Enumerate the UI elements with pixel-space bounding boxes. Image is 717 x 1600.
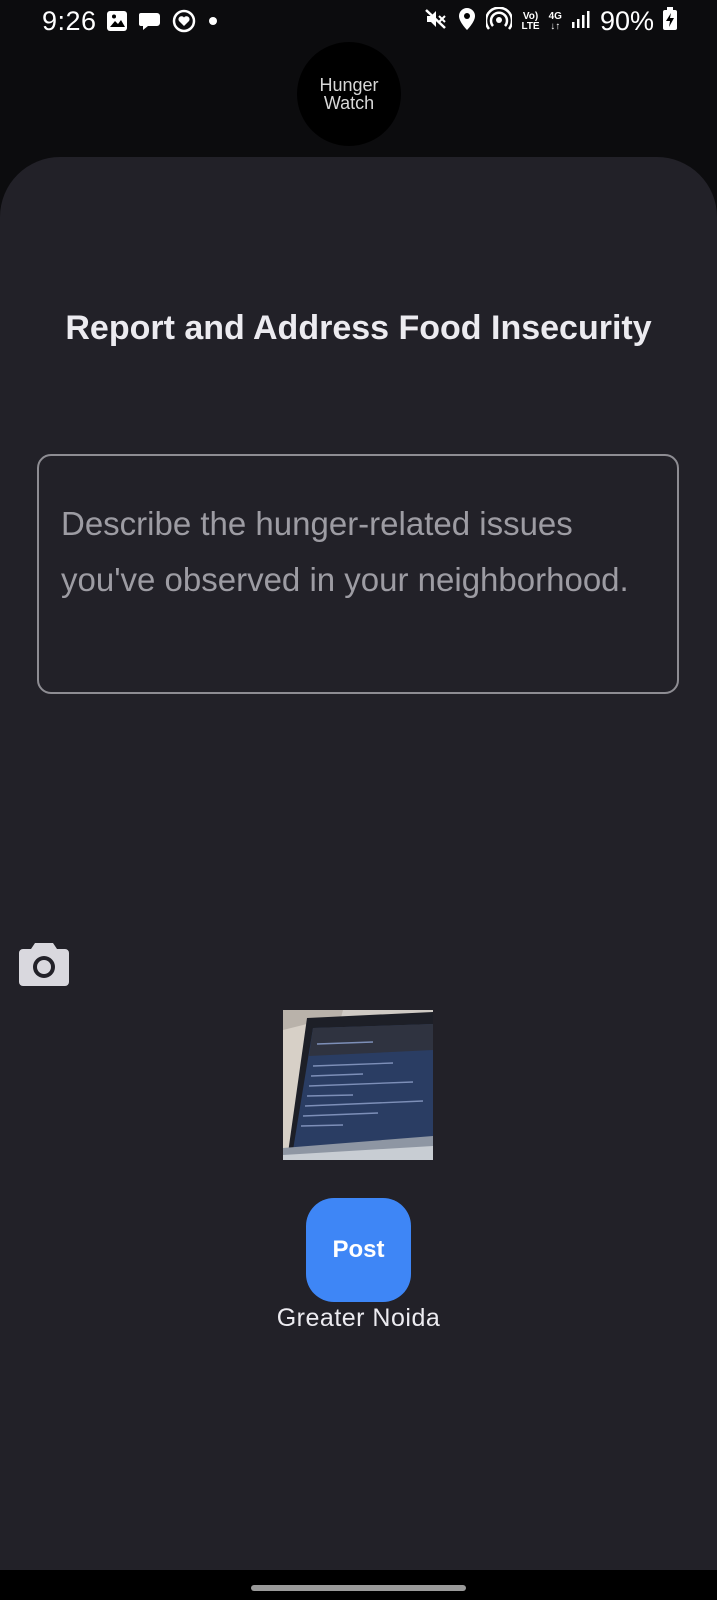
app-logo: Hunger Watch bbox=[297, 42, 401, 146]
chat-icon bbox=[138, 10, 162, 37]
mute-icon bbox=[424, 7, 448, 36]
app-screen: 9:26 Vo) LTE 4G ↓↑ 90% Hunger Watch Repo… bbox=[0, 0, 717, 1600]
data-arrows-icon: ↓↑ bbox=[550, 20, 561, 32]
network-type-label: 4G bbox=[548, 10, 562, 22]
notification-icons bbox=[106, 9, 220, 38]
camera-icon bbox=[19, 943, 69, 986]
logo-line1: Hunger bbox=[319, 75, 379, 95]
navigation-bar bbox=[0, 1570, 717, 1600]
network-type-indicator: 4G ↓↑ bbox=[548, 10, 562, 32]
volte-indicator: Vo) LTE bbox=[521, 10, 540, 32]
status-bar: 9:26 Vo) LTE 4G ↓↑ 90% bbox=[0, 0, 717, 42]
hotspot-icon bbox=[485, 6, 514, 36]
laptop-photo-image bbox=[283, 1010, 433, 1160]
location-label: Greater Noida bbox=[276, 1304, 441, 1332]
signal-icon bbox=[571, 9, 591, 34]
lte-label: LTE bbox=[521, 20, 540, 32]
volte-label: Vo) bbox=[522, 10, 539, 22]
heart-badge-icon bbox=[172, 9, 196, 38]
description-input[interactable]: Describe the hunger-related issues you'v… bbox=[37, 454, 679, 694]
camera-button[interactable] bbox=[18, 940, 70, 988]
photo-preview[interactable] bbox=[283, 1010, 433, 1160]
status-time: 9:26 bbox=[42, 6, 97, 36]
home-indicator[interactable] bbox=[251, 1585, 466, 1591]
logo-line2: Watch bbox=[323, 93, 375, 113]
battery-charging-icon bbox=[663, 7, 677, 36]
system-icons: Vo) LTE 4G ↓↑ 90% bbox=[424, 6, 677, 37]
battery-percent: 90% bbox=[599, 6, 654, 36]
page-title: Report and Address Food Insecurity bbox=[65, 309, 652, 347]
report-sheet: Report and Address Food Insecurity Descr… bbox=[0, 157, 717, 1600]
image-icon bbox=[106, 10, 128, 37]
location-pin-icon bbox=[457, 7, 477, 36]
post-button[interactable]: Post bbox=[306, 1198, 411, 1302]
description-placeholder: Describe the hunger-related issues you'v… bbox=[61, 505, 629, 598]
dot-icon bbox=[206, 14, 220, 33]
